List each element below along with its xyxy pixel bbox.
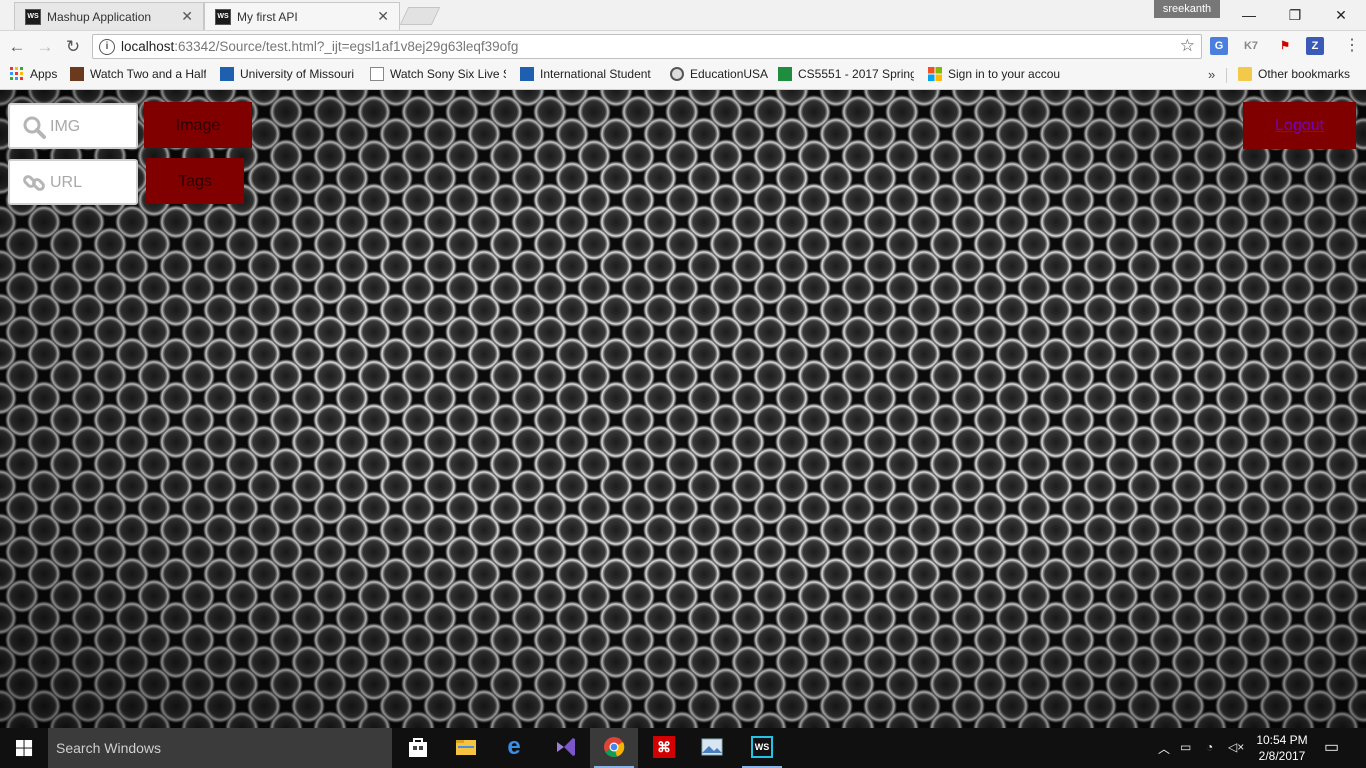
photos-icon (701, 738, 723, 756)
bookmark-educationusa[interactable]: EducationUSA (670, 67, 770, 83)
page-icon (370, 67, 384, 81)
bookmarks-bar: Apps Watch Two and a Half University of … (0, 62, 1366, 90)
webstorm-icon: WS (751, 736, 773, 758)
other-bookmarks[interactable]: Other bookmarks (1238, 67, 1350, 83)
profile-button[interactable]: sreekanth (1154, 0, 1220, 18)
logout-box: Logout (1243, 102, 1356, 149)
address-bar[interactable]: i localhost:63342/Source/test.html?_ijt=… (92, 34, 1202, 59)
taskbar-acrobat[interactable]: ⌘ (640, 728, 688, 768)
clock-date: 2/8/2017 (1258, 749, 1306, 763)
action-center-icon[interactable]: ▭ (1324, 737, 1339, 757)
page-background: Image Tags Logout (0, 90, 1366, 728)
chrome-icon (604, 737, 625, 757)
back-icon[interactable]: ← (7, 37, 27, 57)
image-button[interactable]: Image (144, 102, 252, 148)
tab-title: My first API (237, 10, 298, 24)
apps-grid-icon (10, 67, 23, 80)
folder-icon (456, 740, 476, 755)
volume-icon[interactable]: ◁× (1228, 740, 1244, 754)
microsoft-icon (928, 67, 942, 81)
taskbar-file-explorer[interactable] (442, 728, 490, 768)
bookmark-watch-sony-six[interactable]: Watch Sony Six Live St (370, 67, 506, 83)
chrome-menu-icon[interactable]: ⋮ (1344, 37, 1360, 55)
close-tab-icon[interactable]: ✕ (377, 8, 389, 25)
restore-icon[interactable]: ❐ (1272, 4, 1318, 26)
system-clock[interactable]: 10:54 PM 2/8/2017 (1252, 732, 1312, 764)
translate-extension-icon[interactable]: G (1210, 37, 1228, 55)
tab-strip: WS Mashup Application ✕ WS My first API … (0, 0, 1366, 31)
url-field[interactable] (8, 159, 138, 205)
search-icon (23, 116, 46, 139)
bookmark-apps[interactable]: Apps (10, 67, 57, 83)
sheets-icon (778, 67, 792, 81)
windows-logo-icon (16, 740, 33, 757)
taskbar-edge[interactable]: e (490, 728, 538, 768)
bookmark-star-icon[interactable]: ☆ (1180, 36, 1195, 56)
flag-icon (520, 67, 534, 81)
url-text[interactable]: localhost:63342/Source/test.html?_ijt=eg… (121, 39, 518, 54)
url-input[interactable] (48, 169, 136, 197)
visual-studio-icon (557, 738, 575, 756)
flag-extension-icon[interactable]: ⚑ (1276, 37, 1294, 55)
acrobat-icon: ⌘ (653, 736, 675, 758)
flag-icon (220, 67, 234, 81)
img-input[interactable] (48, 113, 136, 141)
tags-button[interactable]: Tags (146, 158, 244, 204)
new-tab-button[interactable] (399, 7, 441, 25)
img-field[interactable] (8, 103, 138, 149)
forward-icon[interactable]: → (35, 37, 55, 57)
taskbar-photos[interactable] (688, 728, 736, 768)
film-icon (70, 67, 84, 81)
clock-time: 10:54 PM (1256, 733, 1308, 747)
k7-extension-icon[interactable]: K7 (1242, 37, 1260, 55)
bookmark-divider (1226, 68, 1227, 83)
taskbar-store[interactable] (394, 728, 442, 768)
taskbar-visual-studio[interactable] (542, 728, 590, 768)
start-button[interactable] (0, 728, 48, 768)
zotero-extension-icon[interactable]: Z (1306, 37, 1324, 55)
taskbar-webstorm[interactable]: WS (738, 728, 786, 768)
taskbar-chrome[interactable] (590, 728, 638, 768)
store-icon (409, 738, 427, 757)
wifi-icon[interactable]: ◔ (1206, 740, 1213, 754)
search-windows-text: Search Windows (56, 740, 162, 756)
bookmark-international-student[interactable]: International Student (520, 67, 656, 83)
bookmark-cs5551[interactable]: CS5551 - 2017 Spring (778, 67, 914, 83)
folder-icon (1238, 67, 1252, 81)
tab-mashup-application[interactable]: WS Mashup Application ✕ (14, 2, 204, 30)
ws-icon: WS (215, 9, 231, 25)
minimize-icon[interactable]: — (1226, 4, 1272, 26)
windows-taskbar: Search Windows e ⌘ WS ︿ ▭ ◔ ◁× 10:54 PM … (0, 728, 1366, 768)
bookmark-sign-in[interactable]: Sign in to your accou (928, 67, 1064, 83)
seal-icon (670, 67, 684, 81)
tab-my-first-api[interactable]: WS My first API ✕ (204, 2, 400, 30)
more-bookmarks-icon[interactable]: » (1208, 67, 1215, 82)
edge-icon: e (507, 733, 521, 760)
tab-title: Mashup Application (47, 10, 152, 24)
info-icon[interactable]: i (99, 39, 115, 55)
link-icon (23, 175, 45, 191)
browser-toolbar: ← → ↻ i localhost:63342/Source/test.html… (0, 31, 1366, 62)
ws-icon: WS (25, 9, 41, 25)
taskbar-search[interactable]: Search Windows (48, 728, 392, 768)
battery-icon[interactable]: ▭ (1180, 740, 1191, 754)
bookmark-watch-two-and-a-half[interactable]: Watch Two and a Half (70, 67, 206, 83)
close-window-icon[interactable]: ✕ (1318, 4, 1364, 26)
bookmark-university-of-missouri[interactable]: University of Missouri (220, 67, 356, 83)
close-tab-icon[interactable]: ✕ (181, 8, 193, 25)
logout-link[interactable]: Logout (1275, 117, 1324, 134)
reload-icon[interactable]: ↻ (63, 37, 83, 57)
show-hidden-icons[interactable]: ︿ (1158, 740, 1170, 757)
